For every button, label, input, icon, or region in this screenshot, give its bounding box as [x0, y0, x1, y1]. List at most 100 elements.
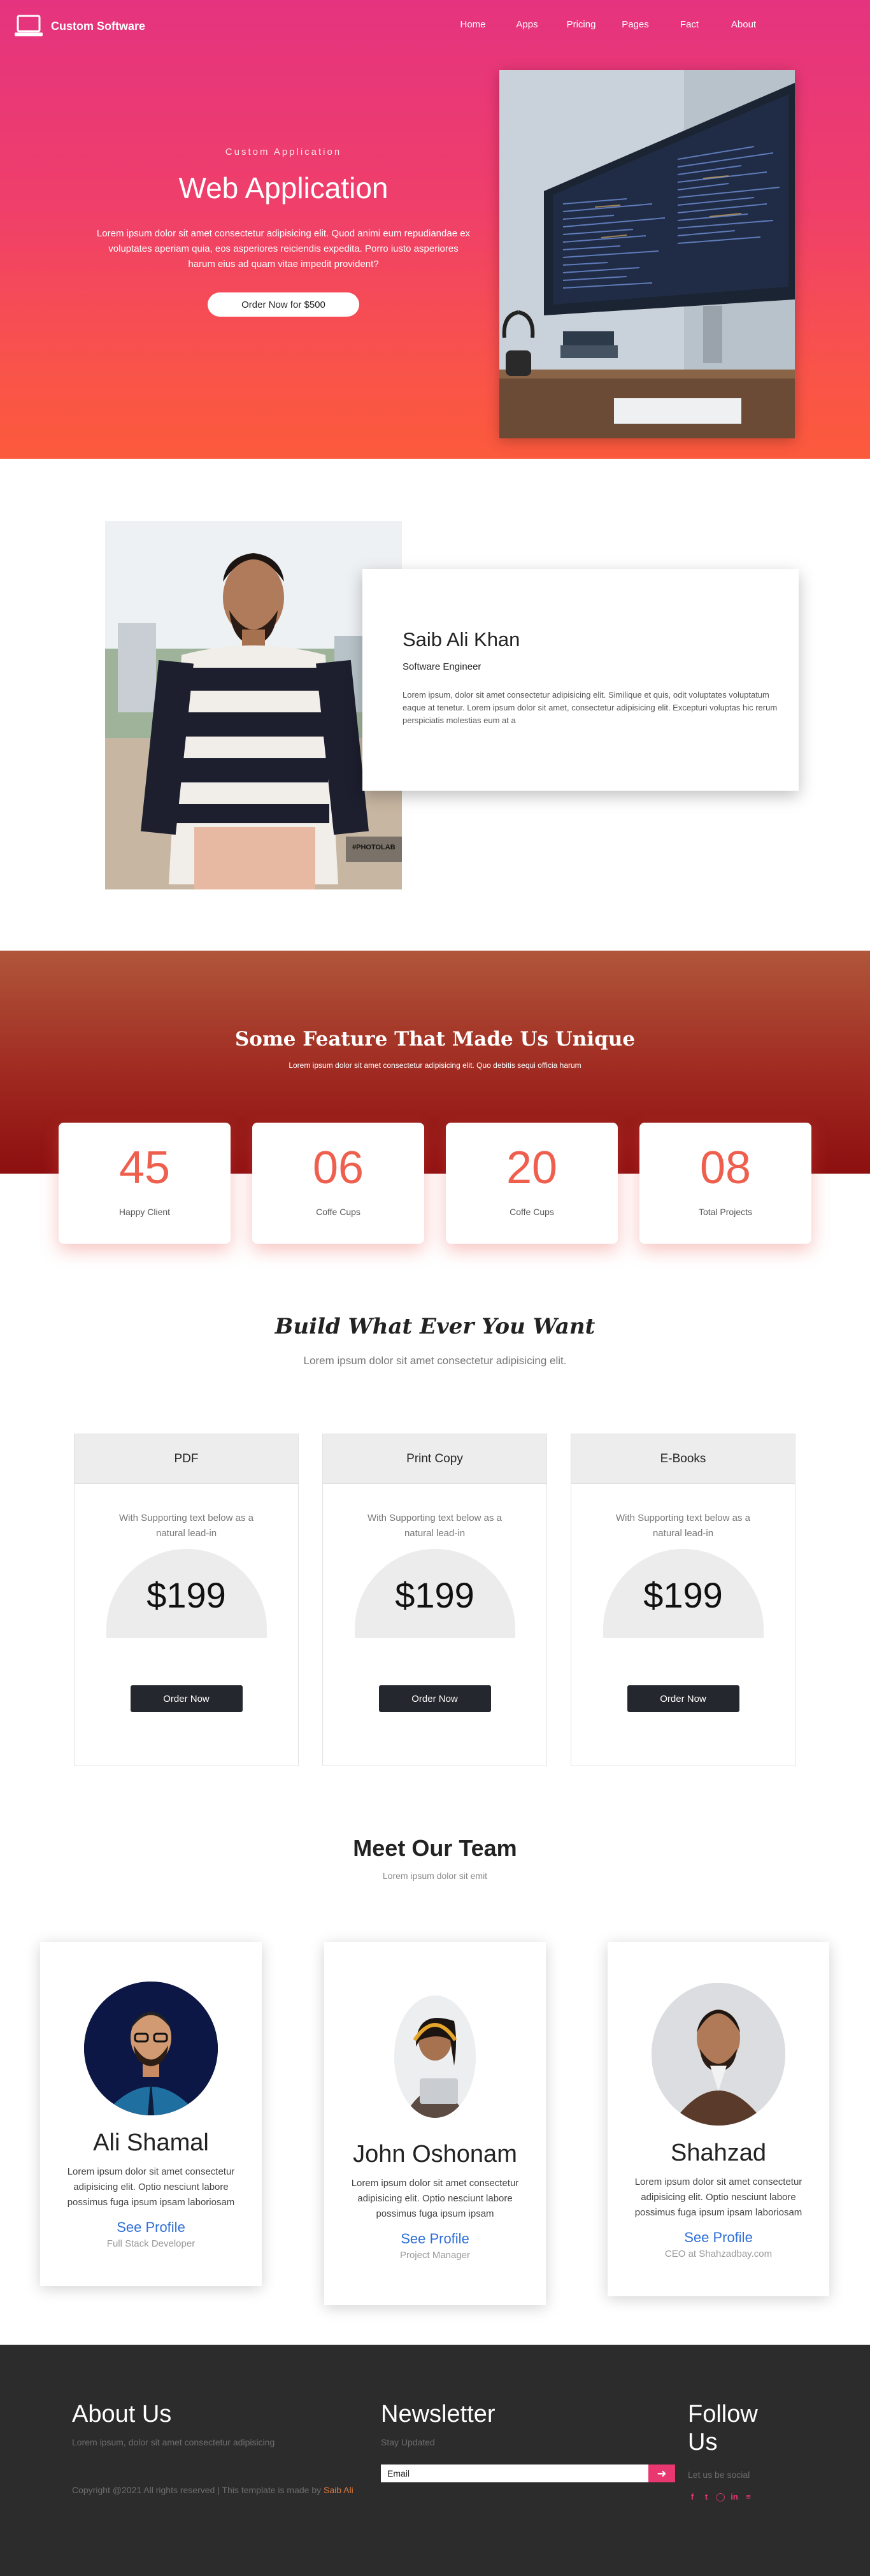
team-title: Meet Our Team [353, 1835, 517, 1861]
pricing-card-title: E-Books [571, 1434, 795, 1484]
price-value: $199 [146, 1575, 226, 1615]
brand-logo[interactable]: Custom Software [14, 14, 145, 38]
hero-text: Lorem ipsum dolor sit amet consectetur a… [96, 228, 471, 270]
arrow-right-icon: ➜ [657, 2466, 667, 2480]
nav-link-apps[interactable]: Apps [500, 19, 554, 30]
features-title: Some Feature That Made Us Unique [234, 1028, 636, 1051]
price-badge: $199 [354, 1549, 515, 1638]
pricing-card-text: With Supporting text below as a natural … [119, 1513, 253, 1539]
stat-card-coffee-cups: 06 Coffe Cups [252, 1123, 424, 1244]
facebook-icon[interactable]: f [688, 2493, 697, 2501]
member-name: Ali Shamal [93, 2129, 209, 2156]
stat-label: Total Projects [698, 1207, 753, 1217]
hero-monitor-image [499, 70, 795, 438]
stat-value: 20 [506, 1142, 558, 1193]
pricing-subtitle: Lorem ipsum dolor sit amet consectetur a… [303, 1355, 567, 1367]
features-subtitle: Lorem ipsum dolor sit amet consectetur a… [289, 1061, 581, 1070]
nav-link-home[interactable]: Home [446, 19, 500, 30]
brand-name: Custom Software [51, 19, 146, 32]
avatar-illustration [394, 1996, 476, 2118]
monitor-illustration [499, 70, 795, 438]
nav-link-fact[interactable]: Fact [662, 19, 717, 30]
see-profile-link[interactable]: See Profile [608, 2229, 829, 2246]
team-card-john-oshonam: John Oshonam Lorem ipsum dolor sit amet … [324, 1942, 546, 2305]
team-card-shahzad: Shahzad Lorem ipsum dolor sit amet conse… [608, 1942, 829, 2296]
pricing-card-text: With Supporting text below as a natural … [616, 1513, 750, 1539]
price-value: $199 [643, 1575, 723, 1615]
footer: About Us Lorem ipsum, dolor sit amet con… [0, 2345, 870, 2576]
hero-section: Custom Application Web Application Lorem… [0, 0, 870, 459]
pricing-card-pdf: PDF With Supporting text below as a natu… [74, 1434, 299, 1766]
order-now-button[interactable]: Order Now for $500 [208, 292, 359, 317]
copyright-text: Copyright @2021 All rights reserved | Th… [72, 2485, 322, 2495]
top-navbar: Custom Software Home Apps Pricing Pages … [0, 0, 870, 54]
stat-card-coffee-cups-2: 20 Coffe Cups [446, 1123, 618, 1244]
photolab-watermark: #PHOTOLAB [352, 844, 396, 851]
profile-text: Lorem ipsum, dolor sit amet consectetur … [403, 690, 778, 725]
member-bio: Lorem ipsum dolor sit amet consectetur a… [351, 2178, 519, 2219]
footer-copyright: Copyright @2021 All rights reserved | Th… [72, 2482, 371, 2498]
pricing-card-title: Print Copy [323, 1434, 546, 1484]
nav-links: Home Apps Pricing Pages Fact About [446, 19, 771, 30]
stat-label: Coffe Cups [510, 1207, 554, 1217]
order-now-button-print-copy[interactable]: Order Now [378, 1685, 491, 1712]
order-now-button-pdf[interactable]: Order Now [130, 1685, 243, 1712]
pricing-card-text: With Supporting text below as a natural … [367, 1513, 502, 1539]
pricing-card-print-copy: Print Copy With Supporting text below as… [322, 1434, 547, 1766]
avatar [394, 1996, 476, 2118]
stat-label: Happy Client [118, 1207, 171, 1217]
footer-newsletter-text: Stay Updated [381, 2437, 435, 2447]
stat-label: Coffe Cups [316, 1207, 360, 1217]
member-name: John Oshonam [353, 2141, 517, 2168]
team-subtitle: Lorem ipsum dolor sit emit [382, 1871, 488, 1881]
see-profile-link[interactable]: See Profile [324, 2231, 546, 2247]
stat-value: 08 [699, 1142, 752, 1193]
price-badge: $199 [106, 1549, 267, 1638]
member-name: Shahzad [670, 2140, 766, 2166]
avatar-illustration [84, 1982, 218, 2115]
laptop-icon [15, 15, 43, 36]
footer-about-text: Lorem ipsum, dolor sit amet consectetur … [72, 2437, 275, 2447]
nav-link-pricing[interactable]: Pricing [554, 19, 608, 30]
pricing-title: Build What Ever You Want [275, 1314, 595, 1339]
stat-value: 06 [312, 1142, 364, 1193]
footer-follow-text: Let us be social [688, 2470, 750, 2480]
team-card-ali-shamal: Ali Shamal Lorem ipsum dolor sit amet co… [40, 1942, 262, 2286]
profile-photo: #PHOTOLAB [105, 521, 402, 889]
avatar [84, 1982, 218, 2115]
hero-title: Web Application [178, 171, 389, 205]
see-profile-link[interactable]: See Profile [40, 2219, 262, 2236]
avatar-illustration [652, 1983, 785, 2126]
twitter-icon[interactable]: t [702, 2493, 711, 2501]
avatar [652, 1983, 785, 2126]
member-role: Full Stack Developer [106, 2238, 196, 2249]
nav-link-pages[interactable]: Pages [608, 19, 662, 30]
stat-value: 45 [118, 1142, 171, 1193]
profile-name: Saib Ali Khan [403, 628, 520, 651]
stackoverflow-icon[interactable]: ≡ [744, 2493, 753, 2501]
nav-link-about[interactable]: About [717, 19, 771, 30]
member-bio: Lorem ipsum dolor sit amet consectetur a… [634, 2177, 802, 2218]
newsletter-email-input[interactable] [381, 2464, 648, 2482]
social-links: f t ◯ in ≡ [688, 2493, 753, 2501]
profile-card: Saib Ali Khan Software Engineer Lorem ip… [362, 569, 799, 791]
member-role: CEO at Shahzadbay.com [664, 2249, 773, 2259]
hero-subtitle: Custom Application [225, 147, 342, 157]
instagram-icon[interactable]: ◯ [716, 2493, 725, 2501]
stat-card-happy-client: 45 Happy Client [59, 1123, 231, 1244]
footer-follow-title-2: Us [688, 2429, 718, 2456]
author-link[interactable]: Saib Ali [324, 2485, 353, 2495]
price-value: $199 [395, 1575, 474, 1615]
member-role: Project Manager [399, 2250, 471, 2261]
price-badge: $199 [603, 1549, 764, 1638]
stat-card-total-projects: 08 Total Projects [639, 1123, 811, 1244]
footer-newsletter-title: Newsletter [381, 2401, 496, 2428]
order-now-button-ebooks[interactable]: Order Now [627, 1685, 739, 1712]
newsletter-submit-button[interactable]: ➜ [648, 2464, 675, 2482]
profile-role: Software Engineer [403, 661, 481, 672]
profile-person-illustration: #PHOTOLAB [105, 521, 402, 889]
member-bio: Lorem ipsum dolor sit amet consectetur a… [67, 2166, 235, 2208]
footer-about-title: About Us [72, 2401, 172, 2428]
pricing-card-ebooks: E-Books With Supporting text below as a … [571, 1434, 795, 1766]
linkedin-icon[interactable]: in [730, 2493, 739, 2501]
